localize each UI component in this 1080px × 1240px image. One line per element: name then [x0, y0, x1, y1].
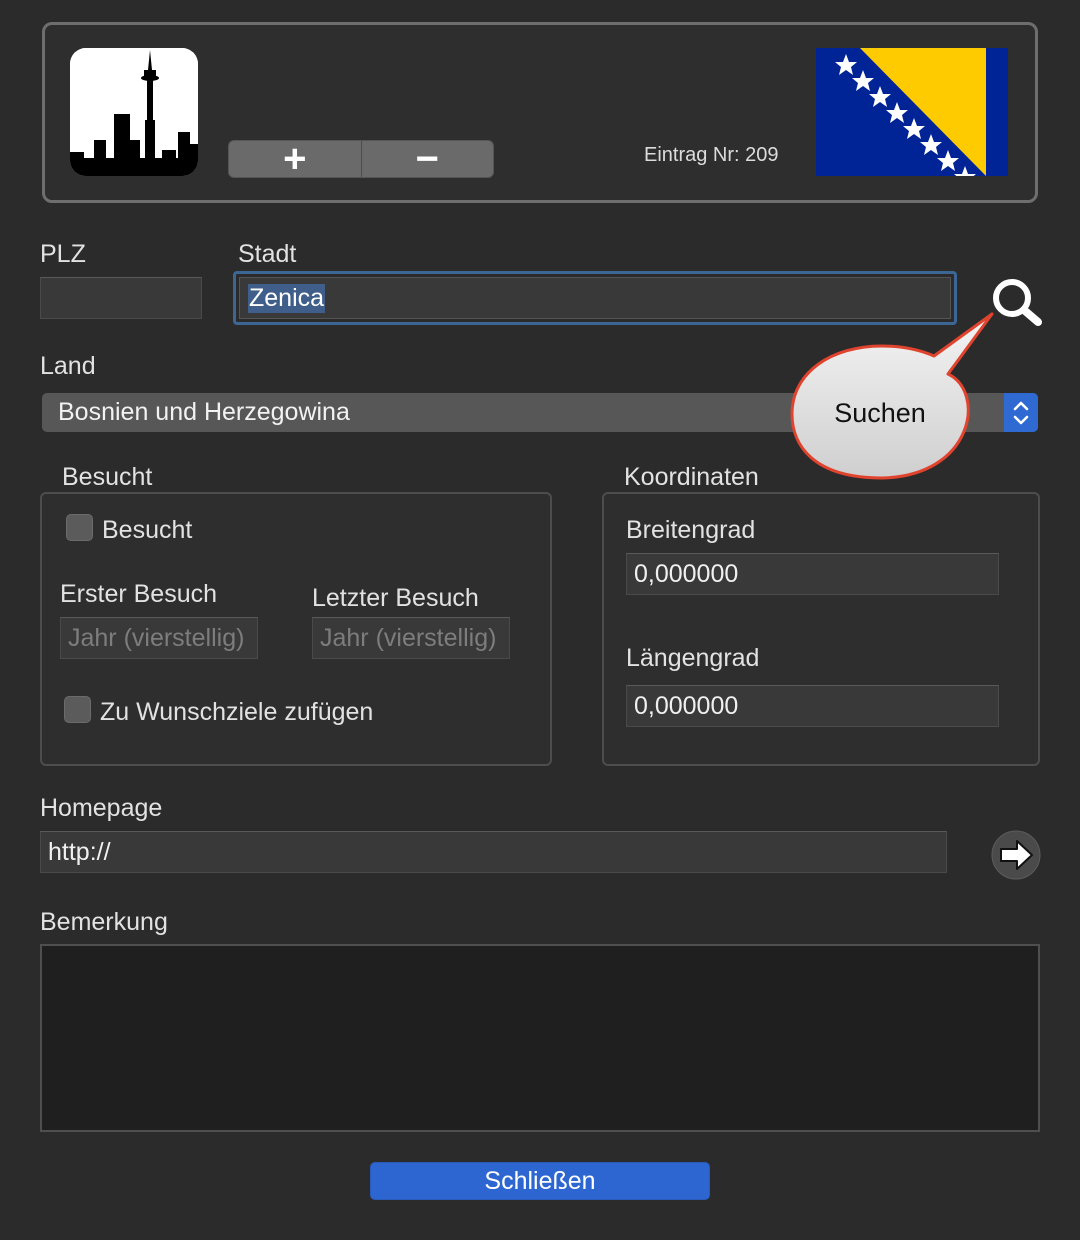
visited-checkbox-label: Besucht — [102, 516, 193, 544]
latitude-input[interactable] — [626, 553, 999, 595]
first-visit-input[interactable] — [60, 617, 258, 659]
last-visit-input[interactable] — [312, 617, 510, 659]
longitude-label: Längengrad — [626, 644, 760, 672]
add-button[interactable]: + — [229, 141, 361, 177]
arrow-right-icon[interactable] — [991, 830, 1041, 880]
homepage-label: Homepage — [40, 794, 163, 822]
add-remove-segmented-control: + − — [228, 140, 494, 178]
remark-label: Bemerkung — [40, 908, 168, 936]
bosnia-flag-icon — [816, 48, 1008, 176]
plz-label: PLZ — [40, 240, 86, 268]
wishlist-checkbox[interactable] — [64, 696, 91, 723]
latitude-label: Breitengrad — [626, 516, 756, 544]
tooltip-text: Suchen — [834, 398, 926, 428]
stadt-label: Stadt — [238, 240, 297, 268]
longitude-input[interactable] — [626, 685, 999, 727]
stadt-input-value: Zenica — [248, 283, 326, 313]
land-label: Land — [40, 352, 96, 380]
remove-button[interactable]: − — [360, 141, 494, 177]
coordinates-group-label: Koordinaten — [624, 463, 759, 491]
last-visit-label: Letzter Besuch — [312, 584, 479, 612]
close-button[interactable]: Schließen — [370, 1162, 710, 1200]
land-select-value: Bosnien und Herzegowina — [58, 398, 350, 426]
search-tooltip-bubble: Suchen — [786, 300, 1050, 490]
homepage-input[interactable] — [40, 831, 947, 873]
remark-textarea[interactable] — [40, 944, 1040, 1132]
plz-input[interactable] — [40, 277, 202, 319]
visited-group-label: Besucht — [62, 463, 153, 491]
first-visit-label: Erster Besuch — [60, 580, 218, 608]
city-skyline-icon — [70, 48, 198, 176]
entry-number-label: Eintrag Nr: 209 — [644, 144, 779, 166]
wishlist-checkbox-label: Zu Wunschziele zufügen — [100, 698, 374, 726]
visited-checkbox[interactable] — [66, 514, 93, 541]
